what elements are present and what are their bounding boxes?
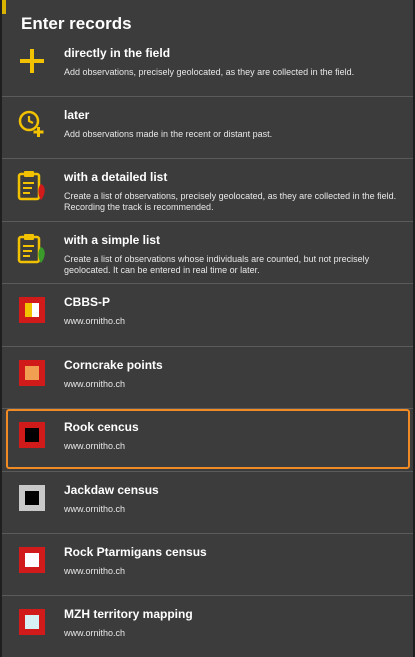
option-mzh-territory-mapping[interactable]: MZH territory mapping www.ornitho.ch <box>2 595 413 657</box>
option-description: Add observations, precisely geolocated, … <box>64 67 355 77</box>
jackdaw-icon <box>17 483 47 513</box>
option-title: later <box>64 108 90 122</box>
cbbs-p-icon <box>17 295 47 325</box>
option-description: www.ornitho.ch <box>64 504 126 514</box>
selection-highlight <box>6 409 410 469</box>
corncrake-icon <box>17 358 47 388</box>
plus-icon <box>17 46 47 76</box>
option-title: MZH territory mapping <box>64 607 193 621</box>
mzh-icon <box>17 607 47 637</box>
option-description: www.ornitho.ch <box>64 316 126 326</box>
option-title: with a simple list <box>64 233 161 247</box>
enter-records-dialog: Enter records directly in the field Add … <box>2 0 413 657</box>
option-cbbs-p[interactable]: CBBS-P www.ornitho.ch <box>2 283 413 345</box>
option-description: Create a list of observations, precisely… <box>64 191 397 212</box>
option-description: www.ornitho.ch <box>64 628 126 638</box>
option-description: Create a list of observations whose indi… <box>64 254 370 275</box>
option-title: Rock Ptarmigans census <box>64 545 207 559</box>
option-title: Corncrake points <box>64 358 163 372</box>
option-later[interactable]: later Add observations made in the recen… <box>2 96 413 158</box>
option-description: www.ornitho.ch <box>64 379 126 389</box>
option-description: Add observations made in the recent or d… <box>64 129 273 139</box>
option-simple-list[interactable]: with a simple list Create a list of obse… <box>2 221 413 283</box>
ptarmigan-icon <box>17 545 47 575</box>
status-indicator <box>2 0 6 14</box>
option-title: directly in the field <box>64 46 171 60</box>
option-title: with a detailed list <box>64 170 168 184</box>
option-rock-ptarmigans-census[interactable]: Rock Ptarmigans census www.ornitho.ch <box>2 533 413 595</box>
dialog-title: Enter records <box>21 14 132 33</box>
option-detailed-list[interactable]: with a detailed list Create a list of ob… <box>2 158 413 220</box>
option-jackdaw-census[interactable]: Jackdaw census www.ornitho.ch <box>2 471 413 533</box>
option-title: CBBS-P <box>64 295 111 309</box>
clipboard-green-icon <box>17 233 47 264</box>
clock-plus-icon <box>17 108 47 138</box>
option-description: www.ornitho.ch <box>64 566 126 576</box>
option-corncrake-points[interactable]: Corncrake points www.ornitho.ch <box>2 346 413 408</box>
clipboard-red-icon <box>17 170 47 201</box>
option-title: Jackdaw census <box>64 483 159 497</box>
option-directly-in-field[interactable]: directly in the field Add observations, … <box>2 34 413 96</box>
